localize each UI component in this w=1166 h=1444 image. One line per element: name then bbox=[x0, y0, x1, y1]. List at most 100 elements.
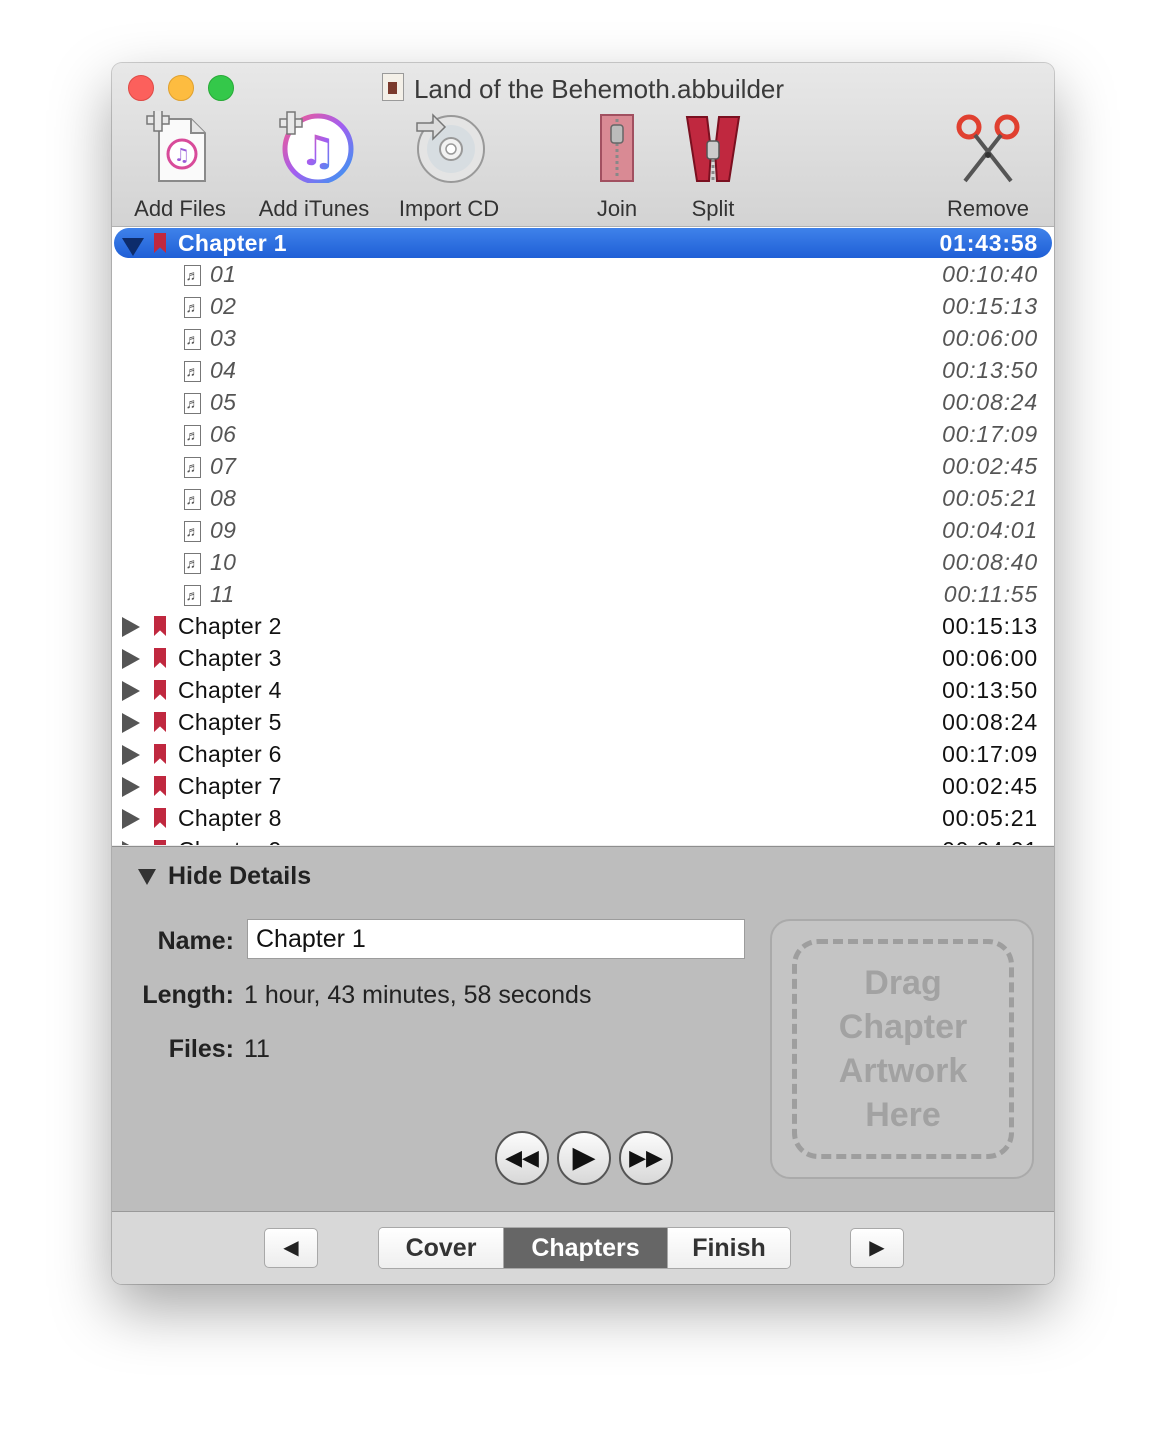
file-row[interactable]: ♬ 02 00:15:13 bbox=[112, 291, 1054, 323]
file-row[interactable]: ♬ 06 00:17:09 bbox=[112, 419, 1054, 451]
chapter-duration: 00:05:21 bbox=[942, 805, 1038, 831]
details-panel: Hide Details Name: Length: 1 hour, 43 mi… bbox=[112, 846, 1054, 1211]
file-duration: 00:04:01 bbox=[942, 517, 1038, 543]
scissors-icon bbox=[956, 114, 1020, 183]
bookmark-icon bbox=[154, 712, 166, 732]
file-name: 10 bbox=[210, 549, 237, 575]
disclosure-closed-icon[interactable] bbox=[122, 681, 140, 701]
step-segmented-control: Cover Chapters Finish bbox=[378, 1227, 791, 1269]
file-name: 03 bbox=[210, 325, 237, 351]
chapter-row[interactable]: Chapter 3 00:06:00 bbox=[112, 643, 1054, 675]
artwork-drop-zone: Drag Chapter Artwork Here bbox=[792, 939, 1014, 1159]
file-name: 05 bbox=[210, 389, 237, 415]
chapter-name: Chapter 2 bbox=[178, 613, 282, 639]
add-files-button[interactable]: ♫ Add Files bbox=[132, 108, 228, 222]
chapter-row[interactable]: Chapter 8 00:05:21 bbox=[112, 803, 1054, 835]
right-arrow-icon: ▶ bbox=[869, 1237, 885, 1259]
disclosure-closed-icon[interactable] bbox=[122, 649, 140, 669]
file-row[interactable]: ♬ 04 00:13:50 bbox=[112, 355, 1054, 387]
audio-file-icon: ♬ bbox=[184, 553, 201, 574]
add-files-icon: ♫ bbox=[146, 108, 206, 182]
files-label: Files: bbox=[168, 1035, 234, 1063]
file-name: 08 bbox=[210, 485, 237, 511]
chapter-duration: 00:08:24 bbox=[942, 709, 1038, 735]
file-duration: 00:15:13 bbox=[942, 293, 1038, 319]
audio-file-icon: ♬ bbox=[184, 521, 201, 542]
tab-chapters[interactable]: Chapters bbox=[504, 1228, 668, 1268]
file-name: 01 bbox=[210, 261, 237, 287]
bookmark-icon bbox=[154, 648, 166, 668]
svg-text:♫: ♫ bbox=[299, 126, 337, 175]
file-row[interactable]: ♬ 08 00:05:21 bbox=[112, 483, 1054, 515]
disclosure-closed-icon[interactable] bbox=[122, 617, 140, 637]
toolbar: Land of the Behemoth.abbuilder ♫ Add Fil… bbox=[112, 63, 1054, 227]
disclosure-closed-icon[interactable] bbox=[122, 777, 140, 797]
length-value: 1 hour, 43 minutes, 58 seconds bbox=[244, 981, 592, 1009]
chapter-duration: 00:15:13 bbox=[942, 613, 1038, 639]
tab-finish[interactable]: Finish bbox=[668, 1228, 790, 1268]
artwork-well[interactable]: Drag Chapter Artwork Here bbox=[770, 919, 1034, 1179]
disclosure-closed-icon[interactable] bbox=[122, 809, 140, 829]
file-row[interactable]: ♬ 07 00:02:45 bbox=[112, 451, 1054, 483]
disclosure-closed-icon[interactable] bbox=[122, 713, 140, 733]
bookmark-icon bbox=[154, 744, 166, 764]
remove-label: Remove bbox=[947, 196, 1029, 221]
chapter-row[interactable]: Chapter 9 00:04:01 bbox=[112, 835, 1054, 845]
chapter-name: Chapter 3 bbox=[178, 645, 282, 671]
rewind-icon: ◀◀ bbox=[505, 1145, 539, 1170]
disclosure-closed-icon[interactable] bbox=[122, 745, 140, 765]
chapter-row[interactable]: Chapter 2 00:15:13 bbox=[112, 611, 1054, 643]
audio-file-icon: ♬ bbox=[184, 457, 201, 478]
remove-button[interactable]: Remove bbox=[938, 111, 1038, 222]
zipper-open-icon bbox=[685, 116, 741, 182]
file-row[interactable]: ♬ 01 00:10:40 bbox=[112, 259, 1054, 291]
app-window: Land of the Behemoth.abbuilder ♫ Add Fil… bbox=[112, 63, 1054, 1284]
add-itunes-button[interactable]: ♫ Add iTunes bbox=[254, 111, 374, 222]
left-arrow-icon: ◀ bbox=[283, 1237, 299, 1259]
previous-step-button[interactable]: ◀ bbox=[264, 1228, 318, 1268]
chapter-name: Chapter 1 bbox=[178, 230, 287, 256]
artwork-drop-text: Drag Chapter Artwork Here bbox=[838, 964, 968, 1134]
file-row[interactable]: ♬ 11 00:11:55 bbox=[112, 579, 1054, 611]
add-files-label: Add Files bbox=[134, 196, 226, 221]
chapter-name: Chapter 7 bbox=[178, 773, 282, 799]
file-row[interactable]: ♬ 03 00:06:00 bbox=[112, 323, 1054, 355]
chapter-duration: 00:17:09 bbox=[942, 741, 1038, 767]
chapter-name-field[interactable] bbox=[247, 919, 745, 959]
import-cd-button[interactable]: Import CD bbox=[394, 111, 504, 222]
file-duration: 00:06:00 bbox=[942, 325, 1038, 351]
length-label: Length: bbox=[142, 981, 234, 1009]
disclosure-closed-icon[interactable] bbox=[122, 841, 140, 845]
file-name: 07 bbox=[210, 453, 237, 479]
chapter-name: Chapter 6 bbox=[178, 741, 282, 767]
file-row[interactable]: ♬ 10 00:08:40 bbox=[112, 547, 1054, 579]
next-step-button[interactable]: ▶ bbox=[850, 1228, 904, 1268]
chapter-duration: 00:06:00 bbox=[942, 645, 1038, 671]
disclosure-open-icon[interactable] bbox=[138, 869, 156, 885]
file-row[interactable]: ♬ 05 00:08:24 bbox=[112, 387, 1054, 419]
chapter-row[interactable]: Chapter 5 00:08:24 bbox=[112, 707, 1054, 739]
bookmark-icon bbox=[154, 808, 166, 828]
chapter-outline[interactable]: Chapter 1 01:43:58 ♬ 01 00:10:40 ♬ 02 00… bbox=[112, 227, 1054, 845]
chapter-row[interactable]: Chapter 6 00:17:09 bbox=[112, 739, 1054, 771]
chapter-row[interactable]: Chapter 4 00:13:50 bbox=[112, 675, 1054, 707]
bookmark-icon bbox=[154, 840, 166, 845]
split-button[interactable]: Split bbox=[678, 111, 748, 222]
disclosure-open-icon[interactable] bbox=[122, 238, 144, 256]
hide-details-toggle[interactable]: Hide Details bbox=[168, 862, 311, 891]
chapter-row-selected[interactable]: Chapter 1 01:43:58 bbox=[114, 228, 1052, 258]
name-label: Name: bbox=[157, 927, 234, 955]
chapter-row[interactable]: Chapter 7 00:02:45 bbox=[112, 771, 1054, 803]
rewind-button[interactable]: ◀◀ bbox=[495, 1131, 549, 1185]
file-duration: 00:08:24 bbox=[942, 389, 1038, 415]
play-button[interactable]: ▶ bbox=[557, 1131, 611, 1185]
chapter-duration: 00:04:01 bbox=[942, 837, 1038, 845]
audio-file-icon: ♬ bbox=[184, 265, 201, 286]
tab-cover[interactable]: Cover bbox=[379, 1228, 504, 1268]
join-button[interactable]: Join bbox=[582, 111, 652, 222]
file-row[interactable]: ♬ 09 00:04:01 bbox=[112, 515, 1054, 547]
file-duration: 00:05:21 bbox=[942, 485, 1038, 511]
file-name: 04 bbox=[210, 357, 237, 383]
fast-forward-button[interactable]: ▶▶ bbox=[619, 1131, 673, 1185]
split-label: Split bbox=[691, 196, 735, 221]
